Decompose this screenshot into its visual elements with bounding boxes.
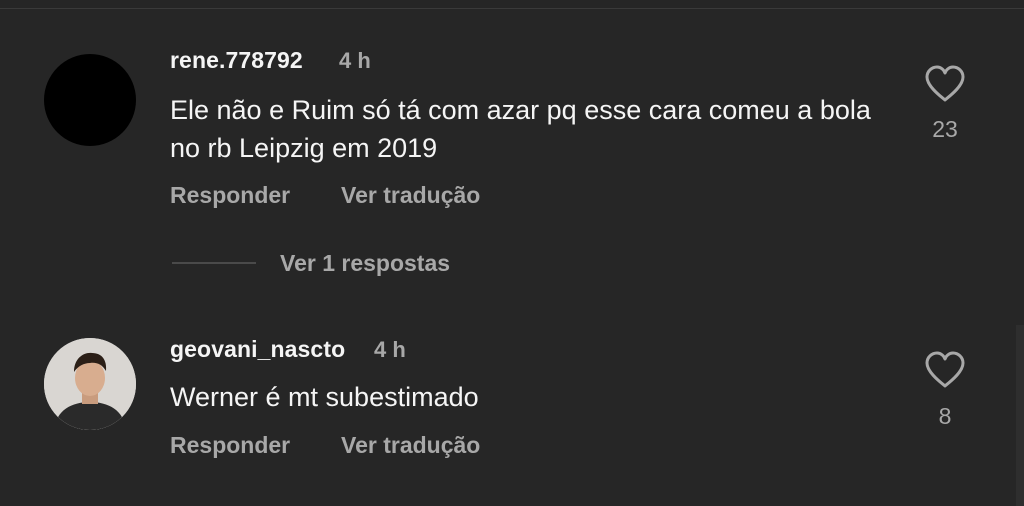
avatar[interactable] — [44, 54, 136, 146]
comment-time: 4 h — [339, 48, 371, 73]
like-count: 8 — [938, 403, 952, 429]
see-translation-button[interactable]: Ver tradução — [341, 432, 480, 459]
reply-button[interactable]: Responder — [170, 182, 290, 209]
replies-divider — [172, 262, 256, 264]
see-translation-button[interactable]: Ver tradução — [341, 182, 480, 209]
comment-time: 4 h — [374, 337, 406, 362]
like-button[interactable] — [920, 64, 970, 104]
view-replies-button[interactable]: Ver 1 respostas — [280, 250, 450, 277]
profile-photo — [44, 338, 136, 430]
top-divider — [0, 8, 1024, 9]
avatar[interactable] — [44, 338, 136, 430]
comment-username[interactable]: geovani_nascto — [170, 336, 345, 363]
heart-outline-icon — [925, 65, 965, 102]
comment-username[interactable]: rene.778792 — [170, 47, 303, 74]
heart-outline-icon — [925, 351, 965, 388]
like-button[interactable] — [920, 350, 970, 390]
like-count: 23 — [932, 116, 958, 142]
scrollbar[interactable] — [1016, 325, 1024, 506]
comment-text: Ele não e Ruim só tá com azar pq esse ca… — [170, 95, 871, 163]
comment-text: Werner é mt subestimado — [170, 382, 479, 412]
reply-button[interactable]: Responder — [170, 432, 290, 459]
